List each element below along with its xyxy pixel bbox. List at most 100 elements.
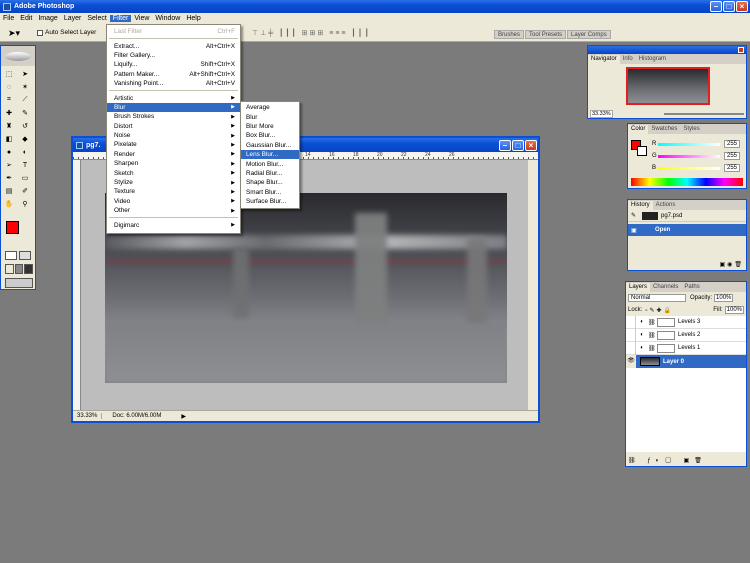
slice-tool-icon[interactable]: ⟋: [20, 95, 30, 105]
blur-box[interactable]: Box Blur...: [241, 131, 299, 140]
crop-tool-icon[interactable]: ⌗: [4, 95, 14, 105]
channel-value[interactable]: 255: [724, 152, 741, 160]
filter-vanishing-point[interactable]: Vanishing Point... Alt+Ctrl+V: [107, 79, 240, 88]
status-menu-arrow-icon[interactable]: ▶: [181, 413, 186, 420]
tab-actions[interactable]: Actions: [653, 201, 679, 210]
doc-minimize-button[interactable]: –: [499, 139, 511, 151]
pen-tool-icon[interactable]: ✒: [4, 173, 14, 183]
filter-blur[interactable]: Blur ▶: [107, 102, 240, 113]
filter-liquify[interactable]: Liquify... Shift+Ctrl+X: [107, 60, 240, 69]
tab-history[interactable]: History: [628, 201, 653, 210]
healing-brush-icon[interactable]: ✚: [4, 108, 14, 118]
minimize-button[interactable]: –: [710, 1, 722, 12]
layers-footer-icons[interactable]: ⛓ ƒ◐◻ ▣🗑: [628, 457, 744, 464]
well-tab-brushes[interactable]: Brushes: [494, 30, 525, 39]
close-button[interactable]: ×: [736, 1, 748, 12]
filter-brush-strokes[interactable]: Brush Strokes ▶: [107, 112, 240, 121]
filter-render[interactable]: Render ▶: [107, 150, 240, 159]
tab-paths[interactable]: Paths: [681, 283, 702, 292]
clone-stamp-icon[interactable]: ♜: [4, 121, 14, 131]
filter-sketch[interactable]: Sketch ▶: [107, 168, 240, 177]
history-footer-icons[interactable]: ▣◉🗑: [719, 261, 744, 268]
path-select-icon[interactable]: ➢: [4, 160, 14, 170]
filter-sharpen[interactable]: Sharpen ▶: [107, 159, 240, 168]
visibility-toggle[interactable]: [626, 341, 636, 355]
layer-row[interactable]: ◐ ⛓ Levels 3: [626, 315, 746, 329]
tab-info[interactable]: Info: [620, 55, 636, 64]
navigator-zoom-slider[interactable]: [664, 113, 744, 115]
tab-color[interactable]: Color: [628, 125, 649, 134]
blur-shape[interactable]: Shape Blur...: [241, 178, 299, 187]
dodge-tool-icon[interactable]: ◐: [20, 147, 30, 157]
zoom-readout[interactable]: 33.33%: [73, 413, 103, 419]
filter-video[interactable]: Video ▶: [107, 197, 240, 206]
history-state-row[interactable]: ▣ Open: [628, 224, 746, 236]
marquee-tool-icon[interactable]: ⬚: [4, 69, 14, 79]
layer-row-selected[interactable]: 👁 Layer 0: [626, 355, 746, 368]
color-bg-swatch[interactable]: [637, 146, 647, 156]
menu-view[interactable]: View: [131, 15, 152, 22]
foreground-color-swatch[interactable]: [6, 221, 19, 234]
lock-icons[interactable]: ▫✎✚🔒: [645, 307, 673, 314]
layer-row[interactable]: ◐ ⛓ Levels 2: [626, 328, 746, 342]
visibility-toggle[interactable]: [626, 328, 636, 342]
notes-tool-icon[interactable]: ▤: [4, 186, 14, 196]
filter-extract[interactable]: Extract... Alt+Ctrl+X: [107, 41, 240, 50]
well-tab-tool-presets[interactable]: Tool Presets: [525, 30, 567, 39]
menu-select[interactable]: Select: [84, 15, 109, 22]
blend-mode-select[interactable]: Normal: [628, 294, 686, 302]
move-tool-preset-icon[interactable]: ➤▾: [8, 28, 26, 38]
fill-input[interactable]: 100%: [724, 306, 744, 314]
doc-close-button[interactable]: ×: [525, 139, 537, 151]
shape-tool-icon[interactable]: ▭: [20, 173, 30, 183]
slider-g[interactable]: [658, 154, 720, 158]
menu-layer[interactable]: Layer: [61, 15, 85, 22]
align-buttons-icon[interactable]: ⊤⊥╪ ┃┃┃ ⊞⊞⊞ ≡≡≡ ┃║┃: [252, 29, 482, 37]
layer-row[interactable]: ◐ ⛓ Levels 1: [626, 341, 746, 355]
eyedropper-icon[interactable]: ✐: [20, 186, 30, 196]
tab-navigator[interactable]: Navigator: [588, 55, 620, 64]
navigator-zoom[interactable]: 33.33%: [590, 110, 613, 118]
blur-blur[interactable]: Blur: [241, 112, 299, 121]
filter-digimarc[interactable]: Digimarc ▶: [107, 220, 240, 229]
color-ramp[interactable]: [631, 178, 743, 186]
filter-stylize[interactable]: Stylize ▶: [107, 178, 240, 187]
menu-image[interactable]: Image: [35, 15, 60, 22]
channel-value[interactable]: 255: [724, 140, 741, 148]
move-tool-icon[interactable]: ➤: [20, 69, 30, 79]
filter-pattern-maker[interactable]: Pattern Maker... Alt+Shift+Ctrl+X: [107, 70, 240, 79]
blur-tool-icon[interactable]: ●: [4, 147, 14, 157]
screen-mode-icon[interactable]: [5, 264, 34, 274]
brush-tool-icon[interactable]: ✎: [20, 108, 30, 118]
panel-close-icon[interactable]: [738, 47, 744, 53]
history-snapshot-row[interactable]: ✎ pg7.psd: [628, 210, 746, 222]
jump-to-imageready-icon[interactable]: [5, 278, 33, 288]
blur-blur-more[interactable]: Blur More: [241, 122, 299, 131]
blur-surface[interactable]: Surface Blur...: [241, 197, 299, 206]
lasso-tool-icon[interactable]: ◌: [4, 82, 14, 92]
slider-b[interactable]: [658, 166, 720, 170]
blur-motion[interactable]: Motion Blur...: [241, 159, 299, 168]
blur-lens[interactable]: Lens Blur...: [241, 149, 299, 160]
doc-maximize-button[interactable]: □: [512, 139, 524, 151]
slider-r[interactable]: [658, 142, 720, 146]
eraser-tool-icon[interactable]: ◧: [4, 134, 14, 144]
menu-help[interactable]: Help: [183, 15, 203, 22]
history-brush-icon[interactable]: ↺: [20, 121, 30, 131]
menu-window[interactable]: Window: [152, 15, 183, 22]
menu-edit[interactable]: Edit: [17, 15, 35, 22]
zoom-tool-icon[interactable]: ⚲: [20, 199, 30, 209]
filter-artistic[interactable]: Artistic ▶: [107, 93, 240, 102]
tab-styles[interactable]: Styles: [680, 125, 702, 134]
menu-file[interactable]: File: [0, 15, 17, 22]
tab-histogram[interactable]: Histogram: [636, 55, 669, 64]
filter-noise[interactable]: Noise ▶: [107, 131, 240, 140]
type-tool-icon[interactable]: T: [20, 160, 30, 170]
filter-gallery[interactable]: Filter Gallery...: [107, 51, 240, 60]
auto-select-checkbox[interactable]: [37, 29, 43, 36]
tab-layers[interactable]: Layers: [626, 283, 651, 292]
filter-distort[interactable]: Distort ▶: [107, 122, 240, 131]
filter-pixelate[interactable]: Pixelate ▶: [107, 140, 240, 149]
channel-value[interactable]: 255: [724, 164, 741, 172]
menu-filter[interactable]: Filter: [109, 15, 132, 22]
